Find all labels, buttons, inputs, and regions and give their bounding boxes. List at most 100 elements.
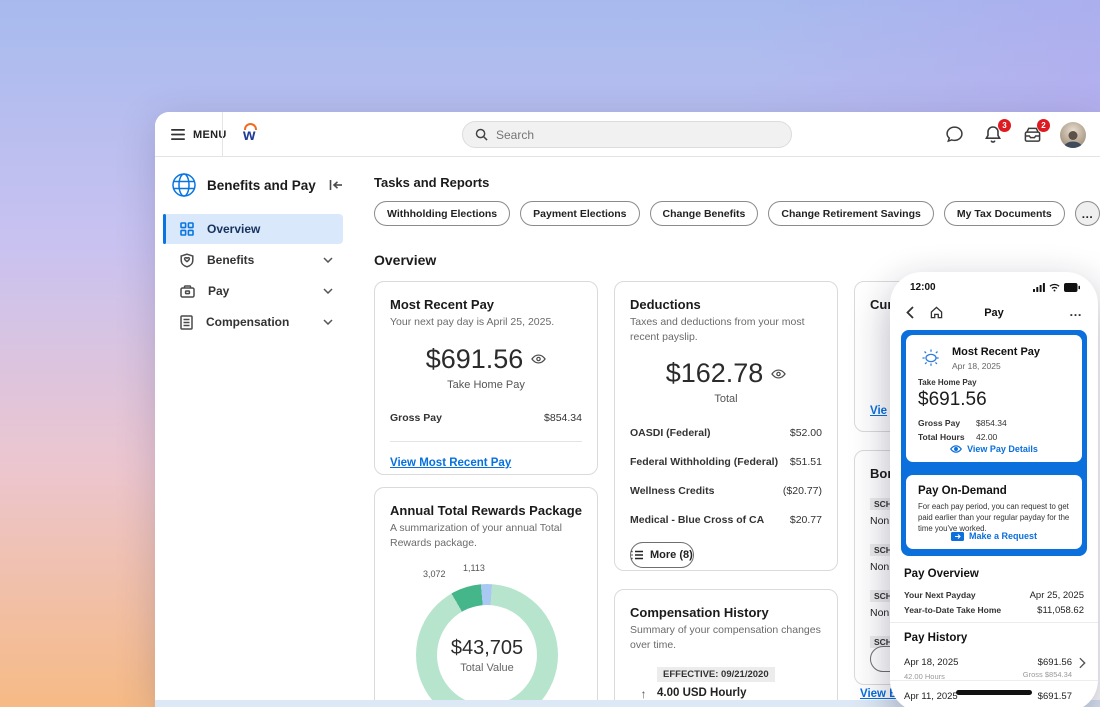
compensation-change: 4.00 USD Hourly: [657, 687, 746, 699]
wallet-icon: [180, 285, 195, 298]
my-tax-documents-button[interactable]: My Tax Documents: [944, 201, 1065, 226]
status-time: 12:00: [910, 282, 936, 293]
eye-icon[interactable]: [771, 369, 786, 379]
workday-logo-w: w: [243, 127, 255, 145]
pay-history-row[interactable]: Apr 18, 2025 42.00 Hours $691.56 Gross $…: [904, 652, 1072, 681]
card-subtitle: Taxes and deductions from your most rece…: [630, 315, 822, 344]
take-home-amount: $691.56: [426, 344, 524, 375]
phone-blue-panel: Most Recent Pay Apr 18, 2025 Take Home P…: [901, 330, 1087, 556]
header-divider: [222, 112, 223, 157]
total-value-label: Total Value: [460, 662, 514, 674]
shield-icon: [180, 253, 194, 268]
take-home-amount: $691.56: [918, 389, 1070, 411]
chevron-down-icon: [323, 257, 333, 263]
total-value-amount: $43,705: [451, 637, 523, 660]
hamburger-icon: [171, 129, 185, 140]
payment-elections-button[interactable]: Payment Elections: [520, 201, 639, 226]
card-title: Deductions: [630, 297, 822, 312]
tasks-button-row: Withholding Elections Payment Elections …: [374, 201, 1100, 226]
card-title: Most Recent Pay: [952, 346, 1040, 358]
deductions-card: Deductions Taxes and deductions from you…: [614, 281, 838, 571]
sidebar-item-pay[interactable]: Pay: [163, 276, 343, 306]
deductions-total: $162.78: [666, 358, 764, 389]
overview-heading: Overview: [374, 252, 436, 268]
app-header: MENU w 3: [155, 112, 1100, 157]
globe-icon: [171, 172, 197, 198]
view-link-partial[interactable]: Vie: [870, 405, 887, 417]
card-subtitle: A summarization of your annual Total Rew…: [390, 521, 582, 550]
sidebar-nav: Overview Benefits Pay Compensation: [163, 214, 343, 338]
divider: [890, 680, 1098, 681]
compensation-history-card: Compensation History Summary of your com…: [614, 589, 838, 707]
workday-logo[interactable]: w: [243, 124, 263, 148]
avatar[interactable]: [1060, 122, 1086, 148]
phone-more-icon[interactable]: …: [1069, 304, 1082, 319]
notifications-button[interactable]: 3: [982, 124, 1004, 146]
pay-history-row[interactable]: Apr 11, 2025 $691.57: [904, 686, 1072, 704]
divider: [390, 441, 582, 442]
change-retirement-savings-button[interactable]: Change Retirement Savings: [768, 201, 933, 226]
banknote-icon: [951, 532, 964, 541]
phone-nav-bar: Pay …: [890, 304, 1098, 326]
most-recent-pay-card: Most Recent Pay Your next pay day is Apr…: [374, 281, 598, 475]
chat-icon: [945, 125, 964, 144]
collapse-sidebar-icon[interactable]: [329, 179, 343, 191]
document-icon: [180, 315, 193, 330]
phone-page-title: Pay: [890, 307, 1098, 319]
gross-pay-row: Gross Pay $854.34: [390, 412, 582, 424]
sidebar-item-benefits[interactable]: Benefits: [163, 245, 343, 275]
card-title: Most Recent Pay: [390, 297, 582, 312]
ytd-take-home-row: Year-to-Date Take Home $11,058.62: [904, 605, 1084, 616]
card-subtitle: Your next pay day is April 25, 2025.: [390, 315, 582, 330]
donut-segment-label: 1,113: [463, 563, 485, 573]
more-tasks-button[interactable]: …: [1075, 201, 1100, 226]
card-title: Compensation History: [630, 605, 822, 620]
chevron-down-icon: [323, 288, 333, 294]
change-benefits-button[interactable]: Change Benefits: [650, 201, 759, 226]
sidebar-item-label: Pay: [208, 284, 229, 298]
search-bar[interactable]: [462, 121, 792, 148]
next-payday-row: Your Next Payday Apr 25, 2025: [904, 590, 1084, 601]
chat-button[interactable]: [943, 124, 965, 146]
notifications-badge: 3: [998, 119, 1011, 132]
annual-total-rewards-card: Annual Total Rewards Package A summariza…: [374, 487, 598, 707]
sidebar-item-label: Benefits: [207, 253, 254, 267]
pay-history-title: Pay History: [904, 632, 967, 644]
list-icon: [631, 550, 643, 560]
card-subtitle: Summary of your compensation changes ove…: [630, 623, 822, 652]
more-deductions-button[interactable]: More (8): [630, 542, 694, 568]
dashboard-grid-icon: [180, 222, 194, 236]
gross-pay-row: Gross Pay $854.34: [918, 418, 1070, 428]
card-title: Annual Total Rewards Package: [390, 503, 582, 518]
withholding-elections-button[interactable]: Withholding Elections: [374, 201, 510, 226]
search-input[interactable]: [496, 128, 779, 142]
battery-icon: [1064, 283, 1080, 292]
deduction-row: OASDI (Federal)$52.00: [630, 427, 822, 439]
effective-date-badge: EFFECTIVE: 09/21/2020: [657, 667, 775, 682]
phone-mockup: 12:00 Pay …: [890, 272, 1098, 707]
celebration-starburst-icon: [918, 345, 944, 371]
tasks-and-reports-title: Tasks and Reports: [374, 175, 489, 190]
make-a-request-link[interactable]: Make a Request: [906, 531, 1082, 541]
sidebar-item-overview[interactable]: Overview: [163, 214, 343, 244]
sidebar-item-label: Overview: [207, 222, 260, 236]
card-title: Pay On-Demand: [918, 485, 1070, 497]
deduction-row: Wellness Credits($20.77): [630, 485, 822, 497]
view-pay-details-link[interactable]: View Pay Details: [906, 444, 1082, 454]
phone-pay-on-demand-card: Pay On-Demand For each pay period, you c…: [906, 475, 1082, 549]
inbox-button[interactable]: 2: [1021, 124, 1043, 146]
phone-most-recent-pay-card: Most Recent Pay Apr 18, 2025 Take Home P…: [906, 335, 1082, 462]
view-most-recent-pay-link[interactable]: View Most Recent Pay: [390, 457, 511, 469]
eye-icon[interactable]: [531, 354, 546, 364]
donut-segment-label: 3,072: [423, 569, 446, 579]
menu-button[interactable]: MENU: [171, 112, 227, 157]
sidebar-item-label: Compensation: [206, 315, 289, 329]
amount-label: Total: [630, 393, 822, 405]
chevron-down-icon: [323, 319, 333, 325]
deduction-row: Medical - Blue Cross of CA$20.77: [630, 514, 822, 526]
signal-icon: [1033, 283, 1045, 292]
sidebar-item-compensation[interactable]: Compensation: [163, 307, 343, 337]
take-home-label: Take Home Pay: [918, 378, 1070, 387]
pay-overview-title: Pay Overview: [904, 568, 979, 580]
sidebar-header: Benefits and Pay: [171, 172, 343, 198]
